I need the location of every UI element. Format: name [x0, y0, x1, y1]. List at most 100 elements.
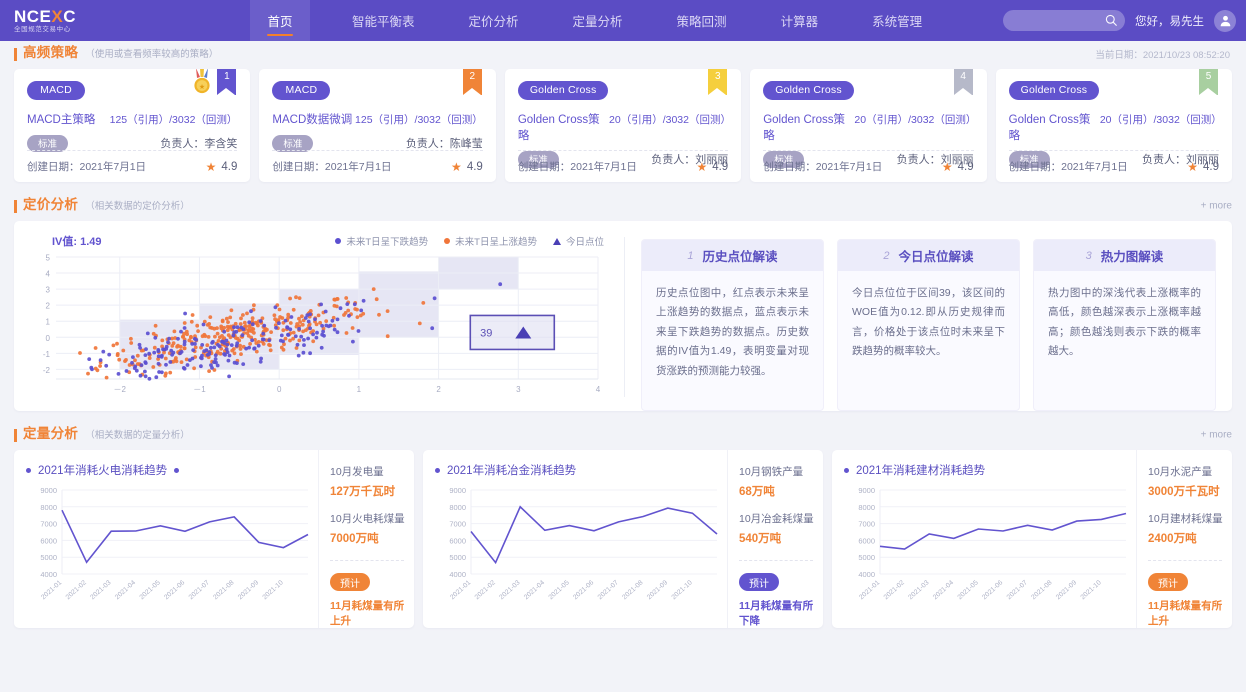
svg-text:2021-07: 2021-07 — [597, 579, 620, 601]
svg-text:0: 0 — [46, 334, 51, 343]
readout-card-header: 2 今日点位解读 — [838, 240, 1019, 271]
svg-text:8000: 8000 — [858, 503, 875, 512]
readout-index: 3 — [1085, 249, 1092, 262]
svg-text:2021-05: 2021-05 — [139, 579, 162, 601]
strategy-card[interactable]: ★ 1 MACD MACD主策略 125（引用）/3032（回测） 标准 负责人… — [14, 69, 251, 182]
rating-value: 4.9 — [712, 160, 729, 173]
svg-text:2021-07: 2021-07 — [1006, 579, 1029, 601]
nav-item-3[interactable]: 定量分析 — [561, 0, 635, 41]
strategy-tag[interactable]: Golden Cross — [517, 80, 609, 100]
svg-text:9000: 9000 — [449, 486, 466, 495]
quant-stat-1: 10月钢铁产量 68万吨 — [739, 464, 823, 499]
stat-label: 10月钢铁产量 — [739, 466, 804, 478]
stat-value: 68万吨 — [739, 486, 775, 498]
rank-number: 1 — [224, 71, 230, 82]
strategy-card[interactable]: 4 Golden Cross Golden Cross策略 20（引用）/303… — [750, 69, 987, 182]
legend-entry: 今日点位 — [552, 234, 604, 248]
section-accent-bar — [14, 199, 17, 213]
search-input[interactable] — [1011, 14, 1117, 27]
strategy-tag[interactable]: Golden Cross — [1008, 80, 1100, 100]
svg-text:2: 2 — [46, 302, 51, 311]
svg-text:－1: －1 — [193, 385, 206, 394]
strategy-card[interactable]: 2 MACD MACD数据微调 125（引用）/3032（回测） 标准 负责人：… — [259, 69, 496, 182]
stat-value: 540万吨 — [739, 533, 782, 545]
strategy-name[interactable]: Golden Cross策略 — [1009, 111, 1100, 143]
search-icon[interactable] — [1105, 14, 1118, 32]
brand-logo[interactable]: NCEXC 全国规范交易中心 — [0, 0, 150, 41]
quant-line-svg: 9000800070006000500040002021-01 2021-02 20… — [40, 486, 309, 601]
svg-text:2021-08: 2021-08 — [1030, 579, 1053, 601]
strategy-tag[interactable]: Golden Cross — [763, 80, 854, 100]
nav-item-0[interactable]: 首页 — [250, 0, 310, 41]
quant-more-link[interactable]: + more — [1201, 430, 1232, 441]
svg-text:9000: 9000 — [858, 486, 875, 495]
readout-card-header: 1 历史点位解读 — [642, 240, 823, 271]
title-dot-icon — [26, 467, 31, 473]
avatar[interactable] — [1214, 9, 1236, 32]
svg-text:6000: 6000 — [858, 536, 875, 545]
svg-text:4: 4 — [46, 270, 51, 279]
strategy-card[interactable]: 5 Golden Cross Golden Cross策略 20（引用）/303… — [995, 69, 1233, 182]
quant-stat-2: 10月火电耗煤量 7000万吨 — [330, 511, 414, 546]
strategy-created-date: 创建日期：2021年7月1日 — [763, 161, 883, 173]
section-header-high-freq: 高频策略 （使用或查看频率较高的策略） 当前日期：2021/10/23 08:5… — [0, 41, 1246, 67]
scatter-legend: 未来T日呈下跌趋势 未来T日呈上涨趋势 今日点位 — [335, 234, 604, 248]
title-dot-icon — [435, 467, 440, 473]
svg-text:2021-08: 2021-08 — [621, 579, 644, 601]
strategy-rating: ★ 4.9 — [1187, 160, 1219, 174]
quant-stat-2: 10月冶金耗煤量 540万吨 — [739, 511, 823, 546]
strategy-name[interactable]: MACD主策略 — [27, 111, 95, 127]
strategy-owner: 负责人：陈峰莹 — [405, 138, 483, 150]
forecast-note: 11月耗煤量有所上升 — [1148, 599, 1223, 628]
svg-text:2021-09: 2021-09 — [646, 579, 669, 601]
rating-value: 4.9 — [221, 160, 238, 173]
pricing-more-link[interactable]: + more — [1201, 201, 1232, 212]
strategy-card-footer: 创建日期：2021年7月1日 ★ 4.9 — [1008, 150, 1220, 182]
status-badge: 标准 — [272, 134, 314, 152]
svg-text:2021-02: 2021-02 — [883, 579, 906, 601]
nav-item-6[interactable]: 系统管理 — [860, 0, 934, 41]
nav-item-4[interactable]: 策略回测 — [665, 0, 739, 41]
svg-text:2021-05: 2021-05 — [548, 579, 571, 601]
strategy-name[interactable]: Golden Cross策略 — [763, 111, 854, 143]
quant-chart-title: 2021年消耗火电消耗趋势 — [38, 465, 168, 477]
svg-text:8000: 8000 — [40, 503, 57, 512]
svg-text:2021-02: 2021-02 — [474, 579, 497, 601]
svg-text:－2: －2 — [114, 385, 127, 394]
strategy-owner: 负责人：李含笑 — [160, 138, 238, 150]
rank-number: 4 — [960, 71, 966, 82]
title-dot-icon — [844, 467, 849, 473]
strategy-name[interactable]: Golden Cross策略 — [518, 111, 609, 143]
section-accent-bar — [14, 428, 17, 442]
strategy-card-footer: 创建日期：2021年7月1日 ★ 4.9 — [27, 150, 238, 182]
quant-card: 2021年消耗冶金消耗趋势 9000 8000 7000 6000 5000 4000 20… — [423, 450, 823, 628]
svg-text:5000: 5000 — [40, 553, 57, 562]
strategy-tag[interactable]: MACD — [272, 80, 331, 100]
nav-item-label: 首页 — [267, 15, 293, 29]
iv-value-label: IV值: 1.49 — [52, 236, 102, 248]
search-box[interactable] — [1003, 10, 1125, 31]
strategy-card[interactable]: 3 Golden Cross Golden Cross策略 20（引用）/303… — [504, 69, 742, 182]
svg-text:7000: 7000 — [40, 520, 57, 529]
svg-text:6000: 6000 — [449, 536, 466, 545]
header-right-group: 您好，易先生 — [1003, 0, 1236, 41]
quant-chart-container: 2021年消耗冶金消耗趋势 9000 8000 7000 6000 5000 4000 20… — [423, 450, 727, 628]
stat-label: 10月冶金耗煤量 — [739, 513, 814, 525]
svg-text:9000: 9000 — [40, 486, 57, 495]
nav-item-2[interactable]: 定价分析 — [457, 0, 531, 41]
dot-marker-icon — [335, 238, 342, 244]
svg-text:5: 5 — [46, 254, 51, 263]
section-header-pricing: 定价分析 （相关数据的定价分析） + more — [0, 193, 1246, 219]
strategy-card-footer: 创建日期：2021年7月1日 ★ 4.9 — [517, 150, 729, 182]
quant-stat-1: 10月发电量 127万千瓦时 — [330, 464, 414, 499]
nav-item-5[interactable]: 计算器 — [769, 0, 831, 41]
strategy-created-date: 创建日期：2021年7月1日 — [517, 161, 637, 173]
svg-text:8000: 8000 — [449, 503, 466, 512]
svg-text:4000: 4000 — [40, 570, 57, 579]
strategy-tag[interactable]: MACD — [27, 80, 85, 100]
nav-item-1[interactable]: 智能平衡表 — [340, 0, 427, 41]
side-divider — [1148, 560, 1222, 561]
star-icon: ★ — [696, 159, 708, 174]
strategy-name[interactable]: MACD数据微调 — [272, 111, 352, 127]
svg-text:4: 4 — [596, 385, 601, 394]
